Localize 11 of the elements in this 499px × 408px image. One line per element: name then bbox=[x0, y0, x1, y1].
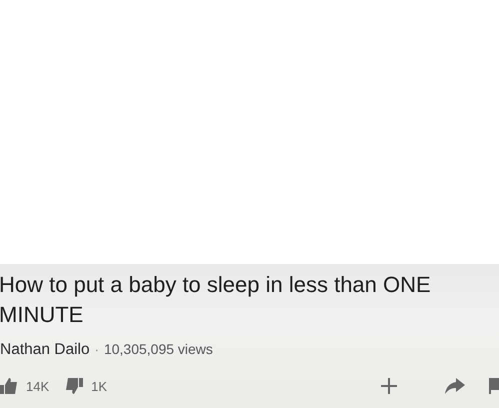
plus-icon[interactable] bbox=[381, 378, 397, 394]
share-icon[interactable] bbox=[445, 378, 465, 394]
thumbs-down-icon[interactable] bbox=[65, 378, 84, 394]
separator-dot: · bbox=[94, 341, 99, 359]
thumbs-up-icon[interactable] bbox=[0, 378, 18, 394]
view-count: 10,305,095 views bbox=[104, 340, 213, 359]
flag-icon[interactable] bbox=[489, 378, 499, 394]
channel-name[interactable]: Nathan Dailo bbox=[0, 338, 90, 362]
video-title: How to put a baby to sleep in less than ONE MINUTE bbox=[0, 271, 432, 329]
like-count: 14K bbox=[26, 378, 50, 396]
dislike-count: 1K bbox=[91, 378, 108, 396]
